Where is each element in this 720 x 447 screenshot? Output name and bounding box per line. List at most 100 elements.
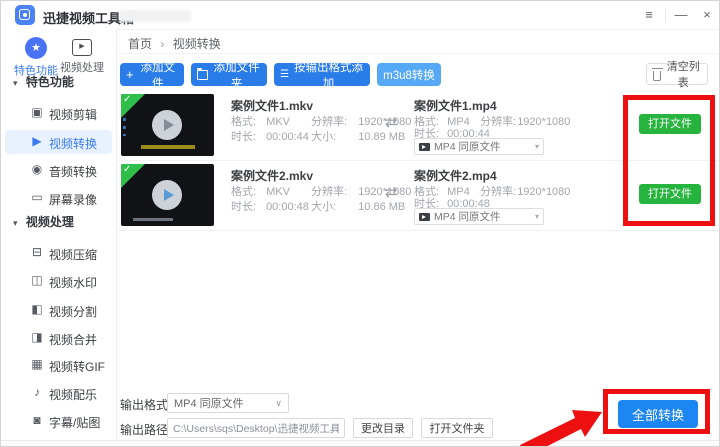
source-meta-line: 时长: 00:00:48 大小: 10.86 MB xyxy=(231,198,405,214)
video-edit-icon: ▣ xyxy=(31,105,43,119)
screen-record-icon: ▭ xyxy=(31,190,43,204)
source-file-name: 案例文件1.mkv xyxy=(231,99,314,113)
sidebar-item-video-compress[interactable]: ⊟ 视频压缩 xyxy=(5,241,112,265)
sidebar-item-audio-convert[interactable]: ◉ 音频转换 xyxy=(5,158,112,182)
output-preset-dropdown[interactable]: MP4 同原文件 ▾ xyxy=(414,208,544,225)
section-video-processing[interactable]: ▾ 视频处理 xyxy=(13,213,113,233)
resolution-label: 分辨率: xyxy=(311,186,348,198)
sidebar-item-screen-record[interactable]: ▭ 屏幕录像 xyxy=(5,186,112,210)
shuffle-icon[interactable]: ⇄ xyxy=(385,113,398,131)
tab-video-processing[interactable]: ▶ 视频处理 xyxy=(59,37,105,75)
folder-icon xyxy=(197,67,209,80)
play-icon[interactable] xyxy=(152,180,182,210)
video-thumbnail[interactable]: ✓ xyxy=(121,164,214,226)
sidebar-item-label: 屏幕录像 xyxy=(49,193,98,207)
subtitle-icon: ◙ xyxy=(33,413,41,427)
output-format-select[interactable]: MP4 同原文件 ∨ xyxy=(167,393,289,413)
output-format-value: MP4 同原文件 xyxy=(174,398,244,410)
sidebar-item-label: 视频转GIF xyxy=(49,360,105,374)
open-output-folder-button[interactable]: 打开文件夹 xyxy=(421,418,493,438)
redacted-title-text xyxy=(119,10,191,22)
caret-down-icon: ▾ xyxy=(13,78,18,88)
video-compress-icon: ⊟ xyxy=(31,245,43,259)
resolution-label: 分辨率: xyxy=(311,116,348,128)
sidebar-item-video-watermark[interactable]: ◫ 视频水印 xyxy=(5,269,112,293)
sidebar-item-label: 视频分割 xyxy=(49,305,98,319)
sidebar-item-video-to-gif[interactable]: ▦ 视频转GIF xyxy=(5,353,112,377)
m3u8-convert-button[interactable]: m3u8转换 xyxy=(377,63,441,86)
selected-check-badge: ✓ xyxy=(121,164,145,188)
thumbnail-caption xyxy=(141,145,195,149)
star-icon: ★ xyxy=(25,37,47,59)
sidebar-item-label: 视频压缩 xyxy=(49,248,98,262)
check-icon: ✓ xyxy=(123,164,132,175)
sidebar-item-video-edit[interactable]: ▣ 视频剪辑 xyxy=(5,101,112,125)
titlebar-divider xyxy=(665,9,666,21)
change-directory-button[interactable]: 更改目录 xyxy=(353,418,413,438)
music-note-icon: ♪ xyxy=(34,385,40,399)
section-featured[interactable]: ▾ 特色功能 xyxy=(13,73,113,93)
add-folder-button[interactable]: 添加文件夹 xyxy=(191,62,267,90)
sidebar-item-video-convert[interactable]: ▶ 视频转换 xyxy=(5,130,112,154)
breadcrumb-home[interactable]: 首页 xyxy=(128,37,152,51)
resolution-value: 1920*1080 xyxy=(517,186,571,198)
target-file-name: 案例文件2.mp4 xyxy=(414,169,497,183)
menu-icon[interactable]: ≡ xyxy=(639,6,659,24)
sidebar-item-video-split[interactable]: ◧ 视频分割 xyxy=(5,298,112,322)
open-folder-button[interactable]: 打开文件夹 xyxy=(639,184,701,216)
app-window: 迅捷视频工具箱 ≡ — × ★ 特色功能 ▶ 视频处理 ▾ 特色功能 ▣ 视频剪… xyxy=(0,0,720,447)
sidebar-item-video-music[interactable]: ♪ 视频配乐 xyxy=(5,381,112,405)
output-path-input[interactable] xyxy=(167,418,345,438)
source-meta-line: 时长: 00:00:44 大小: 10.89 MB xyxy=(231,128,405,144)
convert-all-button[interactable]: 全部转换 xyxy=(618,400,698,428)
duration-label: 时长: xyxy=(231,201,257,213)
breadcrumb-current: 视频转换 xyxy=(172,37,221,51)
button-label: 按输出格式添加 xyxy=(293,61,363,90)
video-convert-icon: ▶ xyxy=(32,134,42,148)
format-value: MKV xyxy=(266,116,290,128)
tab-featured[interactable]: ★ 特色功能 xyxy=(13,37,59,78)
sidebar-item-label: 视频转换 xyxy=(49,137,98,151)
sidebar-item-label: 视频配乐 xyxy=(49,388,98,402)
video-thumbnail[interactable]: ✓ xyxy=(121,94,214,156)
minimize-icon[interactable]: — xyxy=(671,6,691,24)
size-label: 大小: xyxy=(311,131,337,143)
play-icon[interactable] xyxy=(152,110,182,140)
format-label: 格式: xyxy=(231,186,257,198)
shuffle-icon[interactable]: ⇄ xyxy=(385,183,398,201)
video-format-icon xyxy=(419,142,430,151)
add-file-button[interactable]: + 添加文件 xyxy=(120,62,184,90)
size-label: 大小: xyxy=(311,201,337,213)
open-folder-button[interactable]: 打开文件夹 xyxy=(639,114,701,146)
video-format-icon xyxy=(419,212,430,221)
button-label: 清空列表 xyxy=(666,61,700,89)
sidebar-item-label: 视频水印 xyxy=(49,276,98,290)
size-value: 10.89 MB xyxy=(358,131,406,143)
size-value: 10.86 MB xyxy=(358,201,406,213)
film-icon: ▶ xyxy=(72,39,92,56)
sidebar-item-subtitle-sticker[interactable]: ◙ 字幕/贴图 xyxy=(5,409,112,433)
video-watermark-icon: ◫ xyxy=(31,273,43,287)
trash-icon xyxy=(651,67,664,81)
check-icon: ✓ xyxy=(123,94,132,105)
caret-down-icon: ▾ xyxy=(13,218,18,228)
output-preset-dropdown[interactable]: MP4 同原文件 ▾ xyxy=(414,138,544,155)
format-label: 格式: xyxy=(231,116,257,128)
duration-label: 时长: xyxy=(231,131,257,143)
breadcrumb-separator: › xyxy=(160,37,165,51)
output-format-label: 输出格式: xyxy=(120,398,172,412)
selected-check-badge: ✓ xyxy=(121,94,145,118)
sidebar-item-label: 音频转换 xyxy=(49,165,98,179)
add-by-format-button[interactable]: ☰ 按输出格式添加 xyxy=(274,62,370,90)
sidebar-item-video-merge[interactable]: ◨ 视频合并 xyxy=(5,326,112,350)
sidebar-item-label: 字幕/贴图 xyxy=(49,416,101,430)
chevron-down-icon: ∨ xyxy=(275,397,282,408)
preset-value: MP4 同原文件 xyxy=(434,141,501,153)
close-icon[interactable]: × xyxy=(697,6,717,24)
clear-list-button[interactable]: 清空列表 xyxy=(646,61,708,89)
caret-down-icon: ▾ xyxy=(534,212,539,221)
button-label: m3u8转换 xyxy=(383,69,435,82)
duration-value: 00:00:48 xyxy=(266,201,309,213)
video-split-icon: ◧ xyxy=(31,302,43,316)
preset-value: MP4 同原文件 xyxy=(434,211,501,223)
